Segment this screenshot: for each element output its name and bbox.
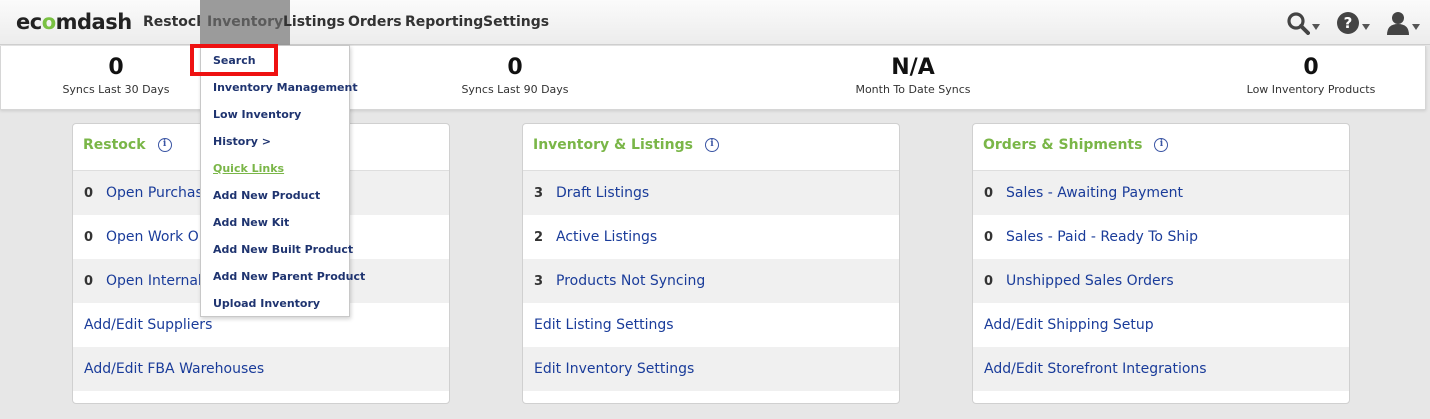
help-menu[interactable]: ? — [1336, 11, 1370, 35]
item-link[interactable]: Active Listings — [556, 229, 657, 245]
info-icon[interactable]: i — [157, 138, 172, 152]
item-link[interactable]: Add/Edit Suppliers — [84, 317, 212, 333]
panel-inventory-listings: Inventory & Listings i 3 Draft Listings 2… — [522, 123, 900, 404]
stat-low-inventory: 0 Low Inventory Products — [1211, 54, 1411, 98]
user-menu[interactable] — [1386, 11, 1420, 35]
chevron-down-icon — [1412, 24, 1420, 30]
nav-tools: ? — [1286, 9, 1420, 37]
panel-header: Orders & Shipments i — [973, 124, 1349, 171]
panel-title: Inventory & Listings — [533, 137, 693, 153]
item-count: 0 — [984, 230, 994, 245]
menu-item-low-inventory[interactable]: Low Inventory — [213, 107, 301, 123]
info-icon[interactable]: i — [704, 138, 719, 152]
user-icon — [1387, 12, 1409, 35]
panel-title: Restock — [83, 137, 146, 153]
stat-syncs-90: 0 Syncs Last 90 Days — [415, 54, 615, 98]
item-link[interactable]: Add/Edit Shipping Setup — [984, 317, 1154, 333]
item-count: 0 — [84, 186, 94, 201]
item-count: 2 — [534, 230, 544, 245]
item-link[interactable]: Draft Listings — [556, 185, 649, 201]
list-item[interactable]: 2 Active Listings — [523, 215, 899, 259]
menu-item-history[interactable]: History > — [213, 134, 271, 150]
stat-label: Syncs Last 30 Days — [62, 83, 170, 96]
svg-text:?: ? — [1344, 14, 1353, 32]
highlight-box — [190, 44, 278, 76]
item-count: 0 — [984, 186, 994, 201]
menu-item-add-new-built-product[interactable]: Add New Built Product — [213, 242, 353, 258]
top-navbar: ecomdash Restock Inventory Listings Orde… — [0, 0, 1430, 45]
stat-label: Syncs Last 90 Days — [461, 83, 569, 96]
list-item[interactable]: 0 Sales - Awaiting Payment — [973, 171, 1349, 215]
stat-month-to-date: N/A Month To Date Syncs — [813, 54, 1013, 98]
item-link[interactable]: Add/Edit FBA Warehouses — [84, 361, 264, 377]
item-link[interactable]: Add/Edit Storefront Integrations — [984, 361, 1207, 377]
list-item[interactable]: Add/Edit FBA Warehouses — [73, 347, 449, 391]
nav-settings[interactable]: Settings — [476, 0, 556, 45]
item-count: 0 — [84, 230, 94, 245]
panel-orders-shipments: Orders & Shipments i 0 Sales - Awaiting P… — [972, 123, 1350, 404]
item-link[interactable]: Products Not Syncing — [556, 273, 705, 289]
stat-syncs-30: 0 Syncs Last 30 Days — [16, 54, 216, 98]
list-item[interactable]: Add/Edit Shipping Setup — [973, 303, 1349, 347]
item-count: 3 — [534, 186, 544, 201]
search-menu[interactable] — [1286, 11, 1320, 35]
chevron-down-icon — [1362, 24, 1370, 30]
item-count: 0 — [984, 274, 994, 289]
stat-value: 0 — [1303, 55, 1319, 80]
list-item[interactable]: 0 Sales - Paid - Ready To Ship — [973, 215, 1349, 259]
item-link[interactable]: Sales - Paid - Ready To Ship — [1006, 229, 1198, 245]
stat-value: 0 — [507, 55, 523, 80]
menu-item-add-new-parent-product[interactable]: Add New Parent Product — [213, 269, 365, 285]
stat-value: N/A — [891, 55, 935, 80]
menu-item-inventory-management[interactable]: Inventory Management — [213, 80, 358, 96]
item-count: 3 — [534, 274, 544, 289]
list-item[interactable]: Add/Edit Storefront Integrations — [973, 347, 1349, 391]
list-item[interactable]: Edit Listing Settings — [523, 303, 899, 347]
list-item[interactable]: 3 Products Not Syncing — [523, 259, 899, 303]
ecomdash-logo[interactable]: ecomdash — [16, 9, 132, 35]
list-item[interactable]: 0 Unshipped Sales Orders — [973, 259, 1349, 303]
chevron-down-icon — [1312, 24, 1320, 30]
stat-label: Month To Date Syncs — [855, 83, 971, 96]
item-link[interactable]: Sales - Awaiting Payment — [1006, 185, 1183, 201]
item-link[interactable]: Edit Inventory Settings — [534, 361, 694, 377]
info-icon[interactable]: i — [1154, 138, 1169, 152]
inventory-dropdown-menu: Search Inventory Management Low Inventor… — [200, 45, 365, 317]
list-item[interactable]: 3 Draft Listings — [523, 171, 899, 215]
menu-item-upload-inventory[interactable]: Upload Inventory — [213, 296, 320, 312]
panel-title: Orders & Shipments — [983, 137, 1143, 153]
item-link[interactable]: Edit Listing Settings — [534, 317, 674, 333]
menu-item-add-new-kit[interactable]: Add New Kit — [213, 215, 289, 231]
stat-value: 0 — [108, 55, 124, 80]
search-icon — [1287, 12, 1310, 35]
help-icon: ? — [1337, 12, 1359, 34]
menu-item-quick-links[interactable]: Quick Links — [213, 161, 284, 177]
panel-header: Inventory & Listings i — [523, 124, 899, 171]
menu-item-add-new-product[interactable]: Add New Product — [213, 188, 320, 204]
stat-label: Low Inventory Products — [1246, 83, 1376, 96]
list-item[interactable]: Edit Inventory Settings — [523, 347, 899, 391]
item-count: 0 — [84, 274, 94, 289]
item-link[interactable]: Unshipped Sales Orders — [1006, 273, 1174, 289]
